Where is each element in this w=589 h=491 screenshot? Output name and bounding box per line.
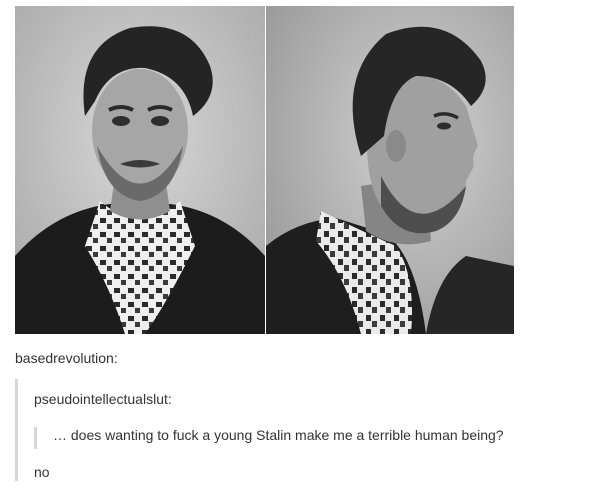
reply-text: no (34, 464, 50, 480)
quote-bar-inner (34, 427, 37, 449)
portrait-profile-icon (266, 6, 514, 334)
portrait-front-photo (15, 6, 265, 334)
quote-bar-outer (15, 379, 18, 481)
portrait-front-icon (15, 6, 265, 334)
portrait-profile-photo (266, 6, 514, 334)
quoted-post-text: … does wanting to fuck a young Stalin ma… (53, 427, 504, 443)
original-poster-username[interactable]: pseudointellectualslut: (34, 391, 172, 407)
reblogger-username[interactable]: basedrevolution: (15, 350, 118, 366)
